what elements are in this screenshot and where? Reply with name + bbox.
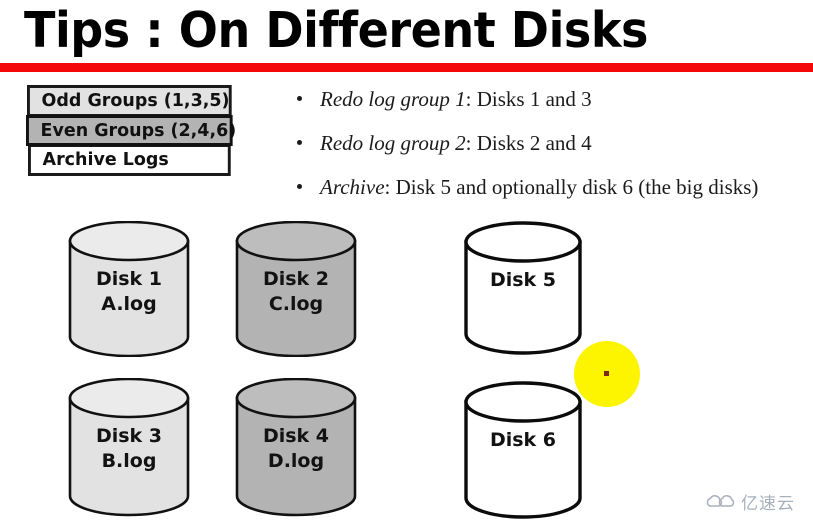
cursor-pointer-dot — [604, 371, 609, 376]
legend-item-archive-logs-label: Archive Logs — [42, 149, 169, 170]
legend-item-odd-groups-label: Odd Groups (1,3,5) — [41, 90, 230, 111]
cylinder-shape-icon — [235, 378, 357, 517]
legend: Odd Groups (1,3,5) Even Groups (2,4,6) A… — [26, 85, 238, 176]
slide-canvas: Tips : On Different Disks Odd Groups (1,… — [0, 0, 813, 522]
bullet-text: : Disk 5 and optionally disk 6 (the big … — [384, 175, 759, 199]
legend-item-even-groups-label: Even Groups (2,4,6) — [40, 120, 237, 141]
watermark-text: 亿速云 — [741, 494, 795, 514]
cloud-logo-icon — [706, 494, 735, 507]
disk-cylinder-4: Disk 4 D.log — [235, 378, 357, 518]
bullet-dot-icon — [297, 96, 302, 101]
disk-cylinder-1: Disk 1 A.log — [68, 221, 190, 357]
legend-item-odd-groups: Odd Groups (1,3,5) — [27, 85, 232, 115]
bullet-emphasis: Redo log group 1 — [320, 87, 466, 111]
bullet-item-redo-group-2: Redo log group 2: Disks 2 and 4 — [292, 130, 812, 156]
bullet-item-redo-group-1: Redo log group 1: Disks 1 and 3 — [292, 86, 812, 112]
page-title: Tips : On Different Disks — [24, 2, 648, 59]
bullet-item-archive: Archive: Disk 5 and optionally disk 6 (t… — [292, 174, 812, 200]
disk-cylinder-2: Disk 2 C.log — [235, 221, 357, 357]
watermark: 亿速云 — [706, 489, 795, 514]
disk-cylinder-3: Disk 3 B.log — [68, 378, 190, 518]
cylinder-shape-icon — [464, 381, 582, 519]
legend-item-even-groups: Even Groups (2,4,6) — [26, 115, 236, 146]
bullet-text: : Disks 1 and 3 — [465, 87, 592, 111]
cylinder-shape-icon — [464, 221, 582, 355]
cylinder-shape-icon — [235, 221, 357, 357]
bullet-dot-icon — [297, 140, 302, 145]
bullet-emphasis: Archive — [320, 175, 385, 199]
legend-item-archive-logs: Archive Logs — [28, 146, 231, 176]
bullet-dot-icon — [297, 184, 302, 189]
disk-cylinder-5: Disk 5 — [463, 220, 583, 358]
disk-cylinder-6: Disk 6 — [463, 380, 583, 522]
bullet-text: : Disks 2 and 4 — [465, 131, 592, 155]
bullet-emphasis: Redo log group 2 — [320, 131, 466, 155]
bullet-list: Redo log group 1: Disks 1 and 3 Redo log… — [292, 86, 812, 218]
cylinder-shape-icon — [68, 221, 190, 357]
title-accent-rule — [0, 63, 813, 72]
cylinder-shape-icon — [68, 378, 190, 517]
